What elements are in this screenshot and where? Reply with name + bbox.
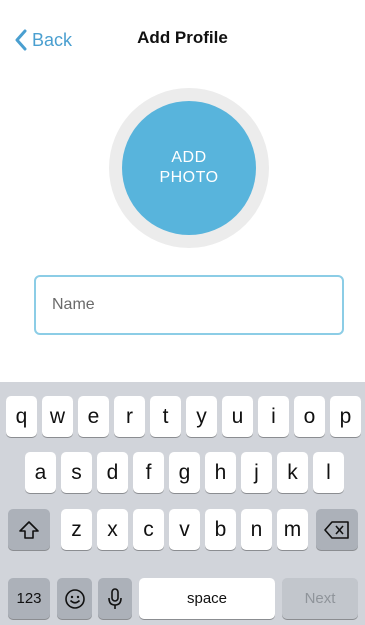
key-s[interactable]: s <box>61 452 92 493</box>
key-b[interactable]: b <box>205 509 236 550</box>
name-input[interactable] <box>34 275 344 335</box>
key-y[interactable]: y <box>186 396 217 437</box>
key-k-label: k <box>287 460 298 484</box>
key-s-label: s <box>71 460 82 484</box>
key-j-label: j <box>254 460 259 484</box>
numbers-key-label: 123 <box>16 590 42 607</box>
microphone-key[interactable] <box>98 578 132 619</box>
microphone-icon <box>107 587 123 611</box>
key-p[interactable]: p <box>330 396 361 437</box>
key-r[interactable]: r <box>114 396 145 437</box>
key-u-label: u <box>231 404 244 428</box>
key-d[interactable]: d <box>97 452 128 493</box>
navigation-bar: Back Add Profile <box>0 0 365 70</box>
key-f[interactable]: f <box>133 452 164 493</box>
key-o[interactable]: o <box>294 396 325 437</box>
key-p-label: p <box>339 404 352 428</box>
key-u[interactable]: u <box>222 396 253 437</box>
key-z-label: z <box>71 517 82 541</box>
shift-key[interactable] <box>8 509 50 550</box>
key-l-label: l <box>326 460 331 484</box>
key-f-label: f <box>145 460 152 484</box>
key-g[interactable]: g <box>169 452 200 493</box>
key-v[interactable]: v <box>169 509 200 550</box>
key-v-label: v <box>179 517 190 541</box>
key-j[interactable]: j <box>241 452 272 493</box>
space-key[interactable]: space <box>139 578 275 619</box>
key-c[interactable]: c <box>133 509 164 550</box>
key-w-label: w <box>49 404 66 428</box>
key-i-label: i <box>271 404 276 428</box>
key-a[interactable]: a <box>25 452 56 493</box>
key-q[interactable]: q <box>6 396 37 437</box>
key-y-label: y <box>196 404 207 428</box>
key-h-label: h <box>214 460 227 484</box>
delete-key[interactable] <box>316 509 358 550</box>
key-c-label: c <box>143 517 154 541</box>
next-key-label: Next <box>304 590 336 607</box>
key-x[interactable]: x <box>97 509 128 550</box>
keyboard: q w e r t y u i o p a s d f g h j k l z x c v b n m 123 space Next <box>0 382 365 625</box>
key-i[interactable]: i <box>258 396 289 437</box>
key-o-label: o <box>303 404 316 428</box>
back-label: Back <box>32 29 73 50</box>
key-g-label: g <box>178 460 191 484</box>
add-profile-screen: Back Add Profile ADD PHOTO qwe r t yu i op asd… <box>0 0 365 625</box>
backspace-icon <box>324 520 350 539</box>
key-a-label: a <box>34 460 47 484</box>
key-h[interactable]: h <box>205 452 236 493</box>
key-t-label: t <box>162 404 169 428</box>
key-x-label: x <box>107 517 118 541</box>
shift-icon <box>18 520 40 540</box>
space-key-label: space <box>186 590 228 607</box>
back-button[interactable]: Back <box>14 26 72 54</box>
key-t[interactable]: t <box>150 396 181 437</box>
key-r-label: r <box>126 404 133 428</box>
emoji-icon <box>64 588 86 610</box>
key-z[interactable]: z <box>61 509 92 550</box>
key-n-label: n <box>250 517 263 541</box>
key-n[interactable]: n <box>241 509 272 550</box>
next-key[interactable]: Next <box>282 578 358 619</box>
numbers-key[interactable]: 123 <box>8 578 50 619</box>
key-m[interactable]: m <box>277 509 308 550</box>
key-m-label: m <box>283 517 302 541</box>
add-photo-button[interactable]: ADD PHOTO <box>122 101 256 235</box>
key-e-label: e <box>87 404 100 428</box>
key-q-label: q <box>15 404 28 428</box>
key-d-label: d <box>106 460 119 484</box>
key-l[interactable]: l <box>313 452 344 493</box>
emoji-key[interactable] <box>57 578 92 619</box>
key-w[interactable]: w <box>42 396 73 437</box>
chevron-left-icon <box>14 29 28 51</box>
key-e[interactable]: e <box>78 396 109 437</box>
add-photo-label: ADD PHOTO <box>159 149 219 186</box>
key-k[interactable]: k <box>277 452 308 493</box>
key-b-label: b <box>214 517 227 541</box>
